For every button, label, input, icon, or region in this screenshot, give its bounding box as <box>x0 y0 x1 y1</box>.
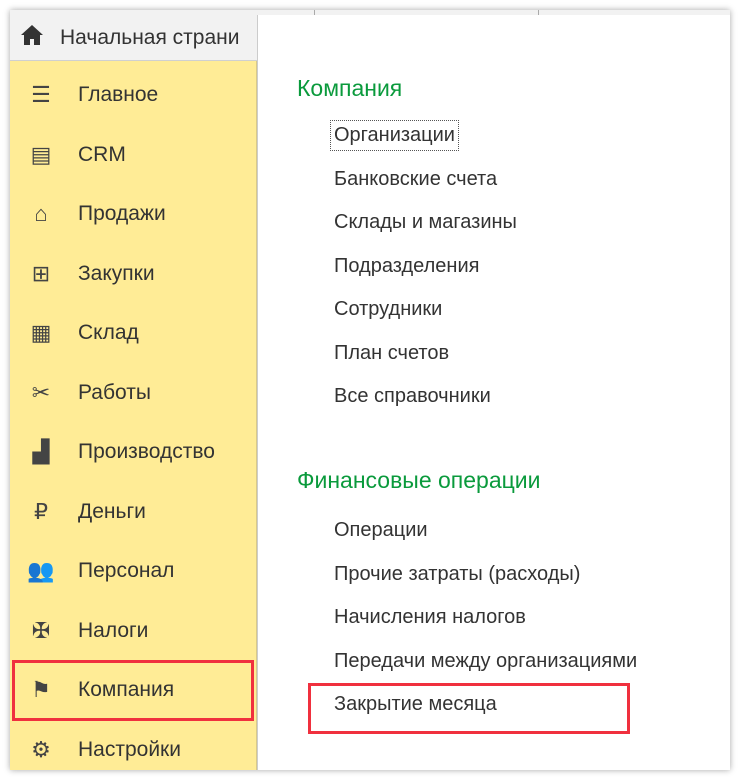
sidebar-item[interactable]: ▦ Склад <box>10 303 256 363</box>
menu-icon: ☰ <box>31 82 51 107</box>
tools-icon: ✂ <box>31 379 51 405</box>
panel-link[interactable]: Передачи между организациями <box>334 650 637 673</box>
basket-icon: ⌂ <box>34 201 48 226</box>
factory-icon: ▟ <box>32 439 50 464</box>
section-title-finance: Финансовые операции <box>297 467 541 493</box>
highlight-box <box>308 683 630 734</box>
panel-link[interactable]: Организации <box>330 120 459 151</box>
panel-link[interactable]: План счетов <box>334 342 449 365</box>
panel-link[interactable]: Банковские счета <box>334 168 497 191</box>
home-tab[interactable]: Начальная страни <box>20 24 239 52</box>
panel-link[interactable]: Начисления налогов <box>334 606 526 629</box>
panel-link[interactable]: Подразделения <box>334 255 479 278</box>
sidebar-item[interactable]: ✂ Работы <box>10 363 256 423</box>
sidebar-item-label: Налоги <box>78 618 149 642</box>
section-panel: Компания Организации Банковские счета Скла… <box>257 15 730 770</box>
people-icon: 👥 <box>27 558 55 583</box>
sidebar-item[interactable]: ⊞ Закупки <box>10 244 256 304</box>
sidebar-item-label: Работы <box>78 380 151 404</box>
section-title-company: Компания <box>297 75 403 101</box>
gear-icon: ⚙ <box>31 736 51 762</box>
panel-link[interactable]: Прочие затраты (расходы) <box>334 563 580 586</box>
sidebar-item[interactable]: ▤ CRM <box>10 125 256 185</box>
panel-link[interactable]: Операции <box>334 519 428 542</box>
sidebar-item-label: Производство <box>78 440 215 463</box>
panel-link[interactable]: Сотрудники <box>334 298 442 321</box>
sidebar-item[interactable]: 👥 Персонал <box>10 541 256 601</box>
sidebar-item-label: Деньги <box>78 499 146 523</box>
sidebar-item-label: Настройки <box>78 737 181 761</box>
sidebar-item-label: Склад <box>78 321 139 344</box>
app-window: Начальная страни ☰ Главное ▤ CRM ⌂ Продажи ⊞ За… <box>10 10 730 770</box>
sidebar-item-label: Продажи <box>78 202 166 225</box>
sidebar-item-label: CRM <box>78 142 126 166</box>
warehouse-icon: ▦ <box>30 320 52 345</box>
contact-card-icon: ▤ <box>30 141 52 167</box>
home-icon <box>20 24 44 52</box>
sidebar-item-label: Персонал <box>78 559 175 582</box>
panel-link[interactable]: Все справочники <box>334 385 491 408</box>
sidebar-item-label: Главное <box>78 83 159 106</box>
sidebar-item[interactable]: ⚙ Настройки <box>10 720 256 771</box>
emblem-icon: ✠ <box>31 617 51 643</box>
sidebar-item-label: Закупки <box>78 261 155 285</box>
sidebar-item[interactable]: ⌂ Продажи <box>10 184 256 244</box>
sidebar-item[interactable]: ✠ Налоги <box>10 601 256 661</box>
highlight-box <box>12 660 254 721</box>
ruble-icon: ₽ <box>34 498 48 524</box>
panel-link[interactable]: Склады и магазины <box>334 211 517 234</box>
home-tab-label: Начальная страни <box>60 26 240 49</box>
sidebar-item[interactable]: ▟ Производство <box>10 422 256 482</box>
sidebar-item[interactable]: ☰ Главное <box>10 65 256 125</box>
sidebar-item[interactable]: ₽ Деньги <box>10 482 256 542</box>
cart-icon: ⊞ <box>31 260 51 286</box>
